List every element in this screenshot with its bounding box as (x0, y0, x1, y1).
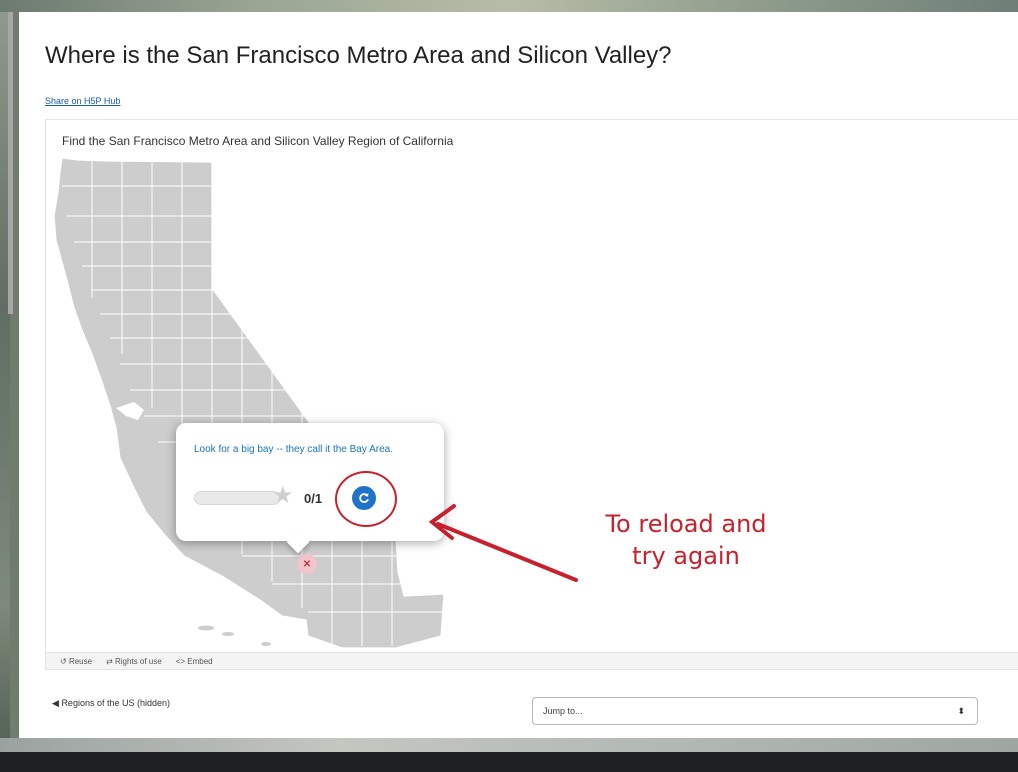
reuse-icon: ↺ (60, 656, 67, 666)
map-region-north[interactable] (53, 158, 445, 649)
annotation-text: To reload and try again (556, 508, 816, 572)
rights-icon: ⇄ (106, 656, 113, 666)
annotation-line: To reload and (605, 510, 767, 538)
share-link[interactable]: Share on H5P Hub (45, 96, 120, 106)
jump-to-select[interactable]: Jump to... ⬍ (532, 697, 978, 725)
hint-text: Look for a big bay -- they call it the B… (194, 444, 393, 455)
jump-to-label: Jump to... (543, 706, 583, 716)
embed-button[interactable]: <> Embed (176, 657, 213, 666)
score-text: 0/1 (304, 491, 323, 506)
prev-activity-link[interactable]: ◀ Regions of the US (hidden) (52, 698, 170, 709)
h5p-frame: Find the San Francisco Metro Area and Si… (45, 119, 1018, 670)
page-title: Where is the San Francisco Metro Area an… (45, 42, 672, 69)
x-mark-icon[interactable]: ✕ (297, 554, 317, 574)
retry-icon (359, 493, 369, 503)
channel-island (222, 632, 234, 636)
page-content: Where is the San Francisco Metro Area an… (19, 12, 1018, 740)
desktop-background-bottom (0, 738, 1018, 752)
channel-island (261, 642, 271, 646)
channel-island (198, 625, 214, 631)
retry-button[interactable] (352, 486, 376, 510)
page-scrollbar[interactable] (8, 12, 13, 314)
annotation-line: try again (632, 542, 740, 570)
reuse-label: Reuse (68, 656, 93, 666)
select-arrows-icon: ⬍ (957, 706, 965, 716)
desktop-background-top (0, 0, 1018, 12)
rights-label: Rights of use (115, 656, 162, 666)
prev-activity-label: Regions of the US (hidden) (61, 698, 170, 708)
embed-icon: <> (175, 656, 186, 666)
rights-button[interactable]: ⇄ Rights of use (106, 657, 162, 666)
taskbar (0, 752, 1018, 772)
embed-label: Embed (187, 656, 213, 666)
feedback-popup: Look for a big bay -- they call it the B… (176, 423, 444, 554)
score-progress-bar (194, 491, 280, 505)
back-arrow-icon: ◀ (52, 698, 59, 708)
h5p-footer: ↺ Reuse ⇄ Rights of use <> Embed (46, 652, 1018, 669)
star-icon: ★ (272, 482, 294, 509)
california-map[interactable] (46, 158, 506, 650)
reuse-button[interactable]: ↺ Reuse (60, 657, 92, 666)
task-text: Find the San Francisco Metro Area and Si… (62, 134, 454, 148)
